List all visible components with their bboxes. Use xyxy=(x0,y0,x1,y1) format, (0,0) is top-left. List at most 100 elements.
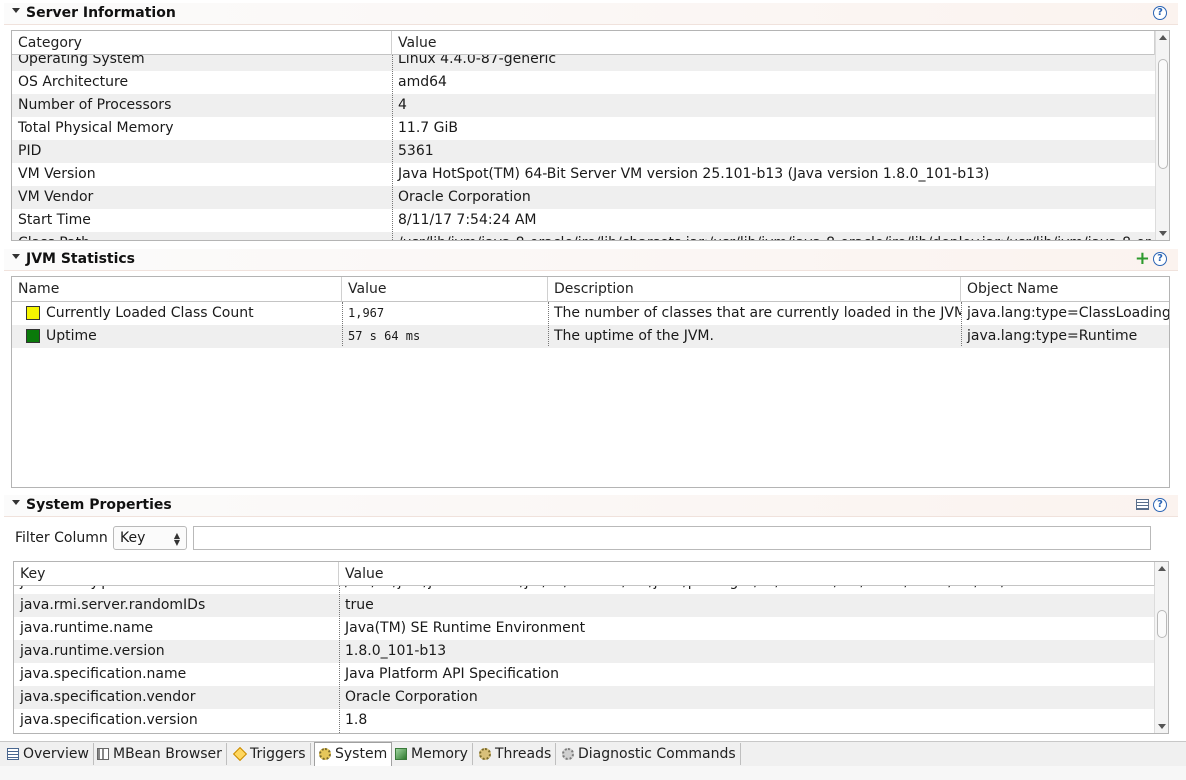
tab-overview[interactable]: Overview xyxy=(3,743,94,765)
column-header-category[interactable]: Category xyxy=(12,31,392,55)
description-cell: The number of classes that are currently… xyxy=(554,305,961,321)
tab-memory[interactable]: Memory xyxy=(391,743,473,765)
server-info-header[interactable]: Server Information ? xyxy=(4,3,1178,25)
table-row[interactable]: java.specification.vendor Oracle Corporat… xyxy=(14,686,1155,709)
table-row[interactable]: java.specification.version 1.8 xyxy=(14,709,1155,732)
value-cell: 5361 xyxy=(398,143,434,159)
column-header-value[interactable]: Value xyxy=(392,31,1155,55)
column-header-object-name[interactable]: Object Name xyxy=(961,277,1169,302)
value-cell: Oracle Corporation xyxy=(398,189,531,205)
vertical-scrollbar[interactable] xyxy=(1155,31,1169,240)
tab-label: Overview xyxy=(23,746,89,762)
value-cell: amd64 xyxy=(398,74,447,90)
filter-column-value: Key xyxy=(120,530,146,546)
column-header-key[interactable]: Key xyxy=(14,562,339,586)
value-cell: Oracle Corporation xyxy=(345,689,478,705)
value-cell: 8/11/17 7:54:24 AM xyxy=(398,212,537,228)
table-row[interactable]: Number of Processors 4 xyxy=(12,94,1155,117)
value-cell: /usr/lib/jvm/java-8-oracle/jre/lib/chars… xyxy=(392,232,1155,240)
column-divider xyxy=(548,302,549,346)
value-cell: Java HotSpot(TM) 64-Bit Server VM versio… xyxy=(398,166,990,182)
filter-column-select[interactable]: Key ▲ ▼ xyxy=(113,526,187,550)
tab-system[interactable]: System xyxy=(314,742,393,766)
table-header: Key Value xyxy=(14,562,1155,586)
table-row[interactable]: Uptime 57 s 64 ms The uptime of the JVM. ja… xyxy=(12,325,1169,348)
table-row[interactable]: java.runtime.name Java(TM) SE Runtime Env… xyxy=(14,617,1155,640)
table-header: Name Value Description Object Name xyxy=(12,277,1169,302)
spinner-arrows-icon: ▲ ▼ xyxy=(173,531,180,547)
column-header-value[interactable]: Value xyxy=(339,562,1155,586)
object-name-cell: java.lang:type=ClassLoading xyxy=(967,305,1169,321)
column-header-value[interactable]: Value xyxy=(342,277,548,302)
section-title: System Properties xyxy=(26,497,172,513)
series-color-swatch xyxy=(26,329,40,343)
category-cell: VM Version xyxy=(18,166,96,182)
table-row[interactable]: Class Path/usr/lib/jvm/java-8-oracle/jre… xyxy=(12,232,1155,240)
column-divider xyxy=(961,302,962,346)
jvm-stats-header[interactable]: JVM Statistics + ? xyxy=(4,248,1178,271)
key-cell: java.runtime.version xyxy=(20,643,165,659)
table-row[interactable]: VM Version Java HotSpot(TM) 64-Bit Server… xyxy=(12,163,1155,186)
system-props-header[interactable]: System Properties ? xyxy=(4,495,1178,517)
column-header-name[interactable]: Name xyxy=(12,277,342,302)
section-title: JVM Statistics xyxy=(26,251,136,267)
table-row[interactable]: OS Architecture amd64 xyxy=(12,71,1155,94)
value-cell: 1,967 xyxy=(348,306,385,320)
category-cell: Class Path xyxy=(12,232,392,240)
collapse-icon[interactable] xyxy=(12,8,20,13)
tab-label: Triggers xyxy=(250,746,306,762)
table-row[interactable]: VM Vendor Oracle Corporation xyxy=(12,186,1155,209)
tab-label: MBean Browser xyxy=(113,746,222,762)
scroll-up-icon[interactable] xyxy=(1159,35,1167,40)
name-cell: Currently Loaded Class Count xyxy=(46,305,254,321)
column-divider xyxy=(339,562,340,733)
table-row[interactable]: PID 5361 xyxy=(12,140,1155,163)
table-row[interactable]: Total Physical Memory 11.7 GiB xyxy=(12,117,1155,140)
key-cell: java.specification.vendor xyxy=(20,689,196,705)
table-row[interactable]: java.specification.name Java Platform API… xyxy=(14,663,1155,686)
table-settings-icon[interactable] xyxy=(1136,499,1149,510)
column-header-description[interactable]: Description xyxy=(548,277,961,302)
value-cell: 11.7 GiB xyxy=(398,120,458,136)
category-cell: OS Architecture xyxy=(18,74,129,90)
help-icon[interactable]: ? xyxy=(1153,6,1167,20)
table-row[interactable]: java.runtime.version 1.8.0_101-b13 xyxy=(14,640,1155,663)
jvm-stats-table[interactable]: Name Value Description Object Name Curre… xyxy=(11,276,1170,488)
tab-triggers[interactable]: Triggers xyxy=(230,743,311,765)
scroll-down-icon[interactable] xyxy=(1158,724,1166,729)
help-icon[interactable]: ? xyxy=(1153,252,1167,266)
category-cell: Start Time xyxy=(18,212,91,228)
collapse-icon[interactable] xyxy=(12,500,20,505)
help-icon[interactable]: ? xyxy=(1153,498,1167,512)
vertical-scrollbar[interactable] xyxy=(1154,562,1168,733)
table-row[interactable]: Start Time 8/11/17 7:54:24 AM xyxy=(12,209,1155,232)
tab-diagnostic-commands[interactable]: Diagnostic Commands xyxy=(558,743,741,765)
server-info-table[interactable]: Category Value Operating System Linux 4.4… xyxy=(11,30,1170,241)
mbean-icon xyxy=(97,748,109,760)
scroll-thumb[interactable] xyxy=(1158,59,1168,169)
key-cell: java.specification.name xyxy=(20,666,187,682)
add-attribute-icon[interactable]: + xyxy=(1135,248,1150,269)
filter-input[interactable] xyxy=(193,526,1151,550)
tab-threads[interactable]: Threads xyxy=(475,743,557,765)
tab-mbean-browser[interactable]: MBean Browser xyxy=(93,743,227,765)
category-cell: Number of Processors xyxy=(18,97,172,113)
column-divider xyxy=(342,302,343,346)
system-props-table[interactable]: Key Value java.library.path/usr/lib/jvm/… xyxy=(13,561,1169,734)
value-cell: Java(TM) SE Runtime Environment xyxy=(345,620,586,636)
value-cell: 1.8 xyxy=(345,712,368,728)
scroll-thumb[interactable] xyxy=(1157,610,1167,638)
table-row[interactable]: Currently Loaded Class Count 1,967 The num… xyxy=(12,302,1169,325)
tab-label: Diagnostic Commands xyxy=(578,746,736,762)
description-cell: The uptime of the JVM. xyxy=(554,328,714,344)
series-color-swatch xyxy=(26,306,40,320)
memory-icon xyxy=(395,748,407,760)
column-divider xyxy=(392,31,393,240)
collapse-icon[interactable] xyxy=(12,254,20,259)
scroll-down-icon[interactable] xyxy=(1159,231,1167,236)
tab-label: Threads xyxy=(495,746,552,762)
object-name-cell: java.lang:type=Runtime xyxy=(967,328,1138,344)
scroll-up-icon[interactable] xyxy=(1158,566,1166,571)
table-row[interactable]: java.rmi.server.randomIDs true xyxy=(14,594,1155,617)
key-cell: java.rmi.server.randomIDs xyxy=(20,597,206,613)
